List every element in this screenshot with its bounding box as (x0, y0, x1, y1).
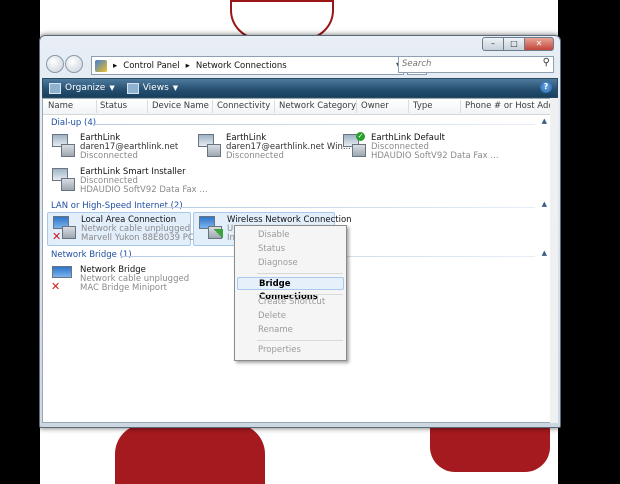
connection-network-bridge[interactable]: ✕ Network Bridge Network cable unplugged… (47, 263, 189, 295)
search-input[interactable] (399, 57, 532, 70)
vertical-scrollbar[interactable] (550, 98, 558, 423)
address-row: ▸ Control Panel ▸ Network Connections ▾ … (40, 52, 560, 78)
menu-item-create-shortcut[interactable]: Create Shortcut (237, 296, 344, 309)
group-title: Network Bridge (1) (51, 250, 132, 260)
wallpaper-art-bottom-left (115, 424, 265, 484)
column-header-status[interactable]: Status (100, 101, 127, 111)
checkmark-icon: ✓ (356, 132, 365, 141)
connection-name: Wireless Network Connection (227, 215, 352, 225)
column-divider[interactable] (96, 100, 97, 113)
organize-icon (49, 82, 61, 94)
connection-local-area[interactable]: ✕ Local Area Connection Network cable un… (47, 212, 208, 246)
column-header-device-name[interactable]: Device Name (152, 101, 209, 111)
column-header-connectivity[interactable]: Connectivity (217, 101, 270, 111)
organize-button[interactable]: Organize ▼ (43, 80, 121, 96)
lan-connection-icon: ✕ (52, 216, 76, 243)
column-divider[interactable] (147, 100, 148, 113)
organize-label: Organize (65, 83, 106, 93)
collapse-icon[interactable]: ▲ (542, 249, 547, 257)
column-header-type[interactable]: Type (413, 101, 433, 111)
breadcrumb-separator: ▸ (185, 60, 190, 71)
connection-earthlink-win[interactable]: EarthLink daren17@earthlink.net Win... D… (193, 131, 351, 163)
menu-item-disable: Disable (258, 230, 290, 240)
chevron-down-icon: ▼ (172, 84, 179, 92)
address-bar[interactable]: ▸ Control Panel ▸ Network Connections ▾ (91, 56, 404, 75)
column-divider[interactable] (408, 100, 409, 113)
connection-earthlink[interactable]: EarthLink daren17@earthlink.net Disconne… (47, 131, 185, 163)
column-header-phone-host[interactable]: Phone # or Host Addre... (465, 101, 551, 111)
dialup-connection-icon (52, 168, 75, 192)
column-divider[interactable] (274, 100, 275, 113)
views-button[interactable]: Views ▼ (121, 80, 184, 96)
forward-button[interactable] (65, 55, 83, 73)
breadcrumb-control-panel[interactable]: Control Panel (123, 61, 179, 71)
menu-separator (257, 273, 343, 274)
connection-device: HDAUDIO SoftV92 Data Fax ... (371, 151, 499, 161)
title-bar[interactable]: – □ ✕ (40, 36, 560, 51)
close-button[interactable]: ✕ (524, 37, 554, 51)
signal-bars-icon (213, 229, 223, 238)
menu-item-rename: Rename (258, 325, 293, 335)
menu-separator (257, 340, 343, 341)
column-divider[interactable] (356, 100, 357, 113)
wireless-connection-icon (199, 216, 223, 240)
menu-item-status: Status (258, 244, 286, 254)
disconnected-x-icon: ✕ (51, 280, 61, 293)
back-button[interactable] (46, 55, 64, 73)
column-divider[interactable] (212, 100, 213, 113)
minimize-button[interactable]: – (482, 37, 504, 51)
default-connection-icon: ✓ (343, 132, 366, 158)
wallpaper-art-top (230, 0, 334, 40)
connection-status: Disconnected (226, 151, 284, 161)
maximize-button[interactable]: □ (503, 37, 525, 51)
search-icon[interactable]: ⚲ (543, 57, 550, 68)
menu-item-properties: Properties (258, 345, 301, 355)
search-box[interactable]: ⚲ (398, 56, 554, 73)
command-toolbar: Organize ▼ Views ▼ ? (42, 78, 558, 98)
connection-device: HDAUDIO SoftV92 Data Fax ... (80, 185, 208, 195)
column-headers: Name Status Device Name Connectivity Net… (43, 99, 553, 115)
connection-status: Disconnected (80, 151, 138, 161)
collapse-icon[interactable]: ▲ (542, 200, 547, 208)
menu-item-bridge-connections[interactable]: Bridge Connections (237, 277, 344, 302)
column-header-owner[interactable]: Owner (361, 101, 389, 111)
views-label: Views (142, 83, 169, 93)
group-header-dialup[interactable]: Dial-up (4) ▲ (43, 117, 553, 130)
menu-separator (257, 294, 343, 295)
control-panel-icon (95, 59, 107, 72)
connection-earthlink-smart-installer[interactable]: EarthLink Smart Installer Disconnected H… (47, 165, 208, 197)
collapse-icon[interactable]: ▲ (542, 117, 547, 125)
dialup-connection-icon (198, 134, 221, 158)
help-icon[interactable]: ? (540, 81, 552, 93)
network-bridge-icon: ✕ (51, 266, 74, 293)
group-divider (93, 124, 535, 125)
menu-item-diagnose: Diagnose (258, 258, 298, 268)
context-menu: Disable Status Diagnose Bridge Connectio… (234, 225, 347, 361)
wallpaper-art-bottom-right (430, 424, 550, 472)
chevron-down-icon: ▼ (109, 84, 115, 92)
menu-item-delete: Delete (258, 311, 286, 321)
column-divider[interactable] (460, 100, 461, 113)
breadcrumb-network-connections[interactable]: Network Connections (196, 61, 287, 71)
group-title: Dial-up (4) (51, 118, 97, 128)
connection-device: MAC Bridge Miniport (80, 283, 167, 293)
disconnected-x-icon: ✕ (52, 230, 62, 243)
breadcrumb-separator: ▸ (113, 60, 118, 71)
column-header-network-category[interactable]: Network Category (279, 101, 356, 111)
connection-device: Marvell Yukon 88E8039 PCI-... (81, 233, 208, 243)
group-title: LAN or High-Speed Internet (2) (51, 201, 183, 211)
dialup-connection-icon (52, 134, 75, 158)
connection-earthlink-default[interactable]: ✓ EarthLink Default Disconnected HDAUDIO… (338, 131, 499, 163)
column-header-name[interactable]: Name (48, 101, 73, 111)
views-icon (126, 82, 139, 94)
group-divider (161, 207, 535, 208)
